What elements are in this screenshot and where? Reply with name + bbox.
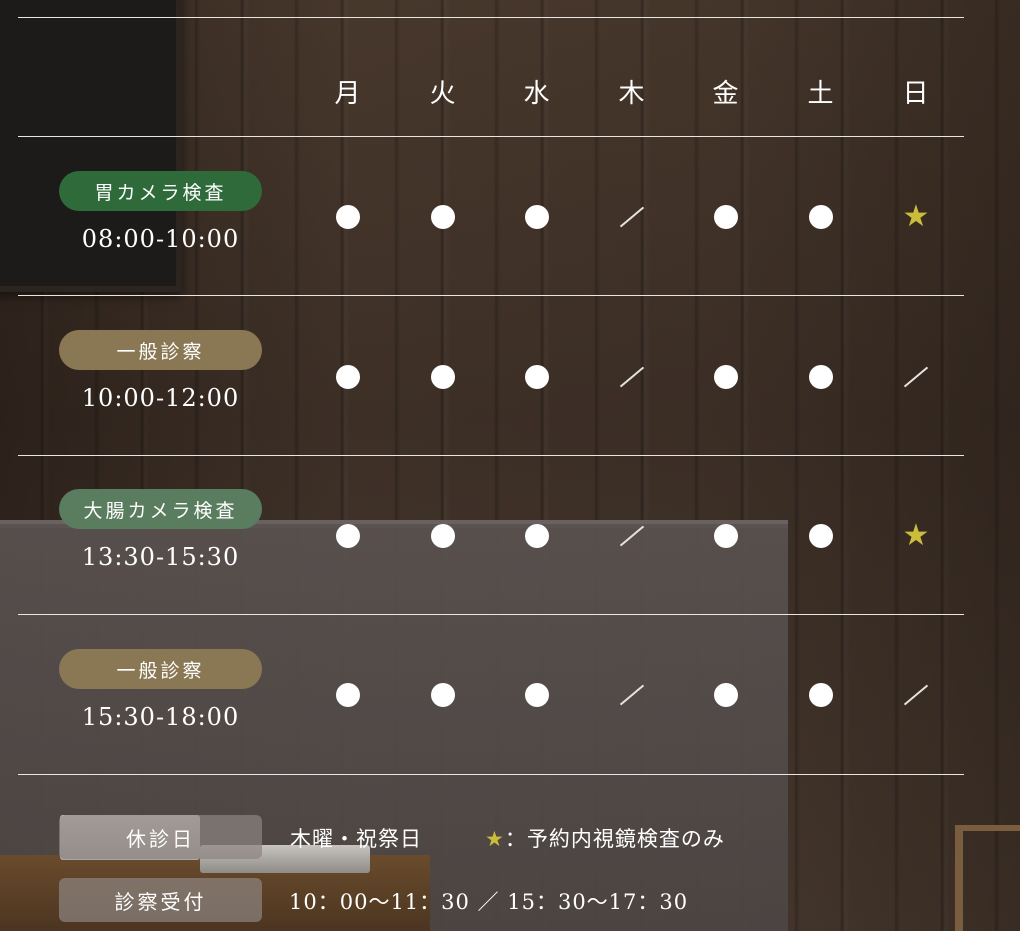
available-dot-icon (517, 197, 557, 237)
reception-hours-label: 診察受付 (59, 878, 262, 922)
available-dot-icon (706, 516, 746, 556)
closed-days-value: 木曜・祝祭日 (290, 827, 422, 851)
circle-icon (336, 365, 360, 389)
table-rule (18, 17, 964, 18)
closed-slash-icon (896, 675, 936, 715)
circle-icon (336, 205, 360, 229)
circle-icon (431, 683, 455, 707)
legend: ★：予約内視鏡検査のみ (485, 823, 725, 853)
star-icon: ★ (902, 518, 930, 553)
background-photo (0, 0, 1020, 931)
circle-icon (809, 683, 833, 707)
closed-slash-icon (612, 675, 652, 715)
available-dot-icon (423, 357, 463, 397)
session-time: 10:00-12:00 (81, 384, 240, 412)
circle-icon (525, 683, 549, 707)
day-header-mon: 月 (334, 79, 362, 109)
circle-icon (714, 365, 738, 389)
reception-hours-value: 10：00〜11：30 ／ 15：30〜17：30 (289, 890, 689, 914)
available-dot-icon (706, 197, 746, 237)
session-badge-general-pm: 一般診察 (59, 649, 262, 689)
closed-slash-icon (612, 197, 652, 237)
table-rule (18, 774, 964, 775)
available-dot-icon (801, 675, 841, 715)
circle-icon (431, 205, 455, 229)
session-badge-general-am: 一般診察 (59, 330, 262, 370)
day-header-sun: 日 (902, 79, 930, 109)
circle-icon (809, 524, 833, 548)
slash-icon (619, 684, 645, 706)
available-dot-icon (423, 197, 463, 237)
slash-icon (903, 684, 929, 706)
reservation-only-star-icon: ★ (896, 516, 936, 556)
circle-icon (714, 524, 738, 548)
day-header-wed: 水 (523, 79, 551, 109)
day-header-sat: 土 (807, 79, 835, 109)
available-dot-icon (517, 516, 557, 556)
slash-icon (903, 366, 929, 388)
available-dot-icon (328, 197, 368, 237)
circle-icon (809, 205, 833, 229)
session-time: 13:30-15:30 (81, 543, 240, 571)
session-time: 08:00-10:00 (81, 225, 240, 253)
available-dot-icon (328, 675, 368, 715)
closed-slash-icon (612, 357, 652, 397)
day-header-tue: 火 (429, 79, 457, 109)
circle-icon (525, 365, 549, 389)
available-dot-icon (423, 516, 463, 556)
available-dot-icon (517, 675, 557, 715)
table-rule (18, 614, 964, 615)
available-dot-icon (328, 516, 368, 556)
closed-slash-icon (896, 357, 936, 397)
slash-icon (619, 366, 645, 388)
table-rule (18, 455, 964, 456)
available-dot-icon (517, 357, 557, 397)
circle-icon (714, 683, 738, 707)
circle-icon (431, 524, 455, 548)
available-dot-icon (801, 516, 841, 556)
available-dot-icon (706, 675, 746, 715)
chair (955, 825, 1020, 931)
session-badge-colonoscopy: 大腸カメラ検査 (59, 489, 262, 529)
session-badge-gastroscopy: 胃カメラ検査 (59, 171, 262, 211)
circle-icon (809, 365, 833, 389)
circle-icon (714, 205, 738, 229)
session-time: 15:30-18:00 (81, 703, 240, 731)
circle-icon (336, 683, 360, 707)
circle-icon (525, 205, 549, 229)
circle-icon (336, 524, 360, 548)
available-dot-icon (328, 357, 368, 397)
day-header-fri: 金 (712, 79, 740, 109)
table-rule (18, 136, 964, 137)
star-icon: ★ (902, 199, 930, 234)
available-dot-icon (706, 357, 746, 397)
day-header-thu: 木 (618, 79, 646, 109)
legend-text: ：予約内視鏡検査のみ (504, 827, 725, 851)
circle-icon (525, 524, 549, 548)
circle-icon (431, 365, 455, 389)
available-dot-icon (801, 197, 841, 237)
table-rule (18, 295, 964, 296)
star-icon: ★ (485, 827, 505, 851)
slash-icon (619, 206, 645, 228)
available-dot-icon (801, 357, 841, 397)
closed-days-label: 休診日 (59, 815, 262, 859)
slash-icon (619, 525, 645, 547)
available-dot-icon (423, 675, 463, 715)
closed-slash-icon (612, 516, 652, 556)
reservation-only-star-icon: ★ (896, 197, 936, 237)
